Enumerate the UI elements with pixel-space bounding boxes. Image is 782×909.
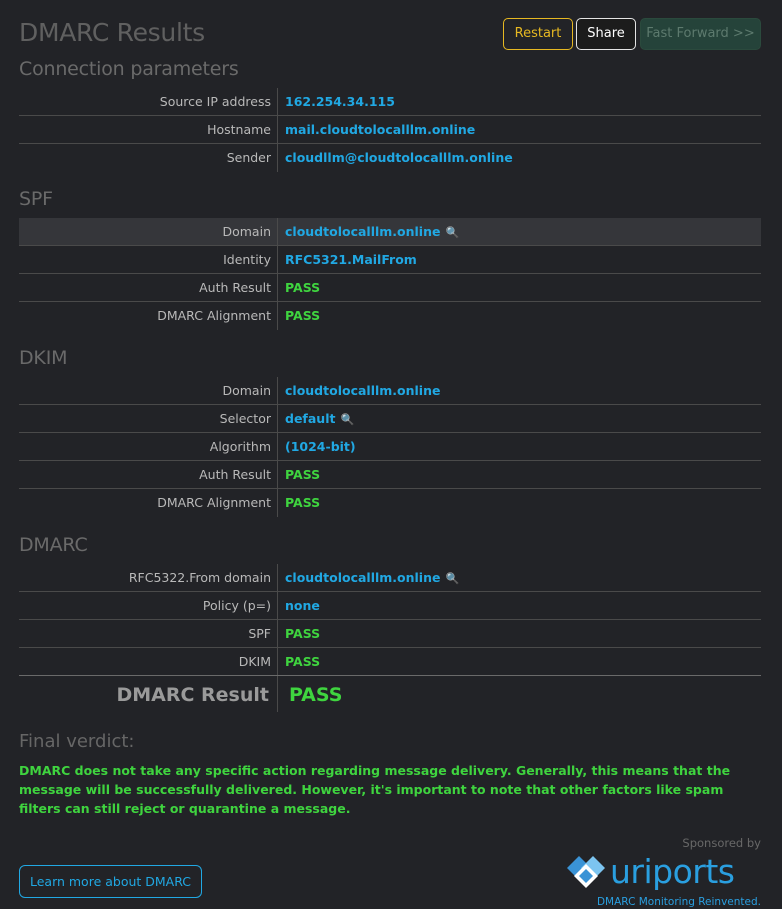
row-value: PASS	[285, 495, 321, 510]
table-row: Source IP address 162.254.34.115	[19, 88, 761, 116]
learn-more-button[interactable]: Learn more about DMARC	[19, 865, 202, 898]
dmarc-results-page: DMARC Results Restart Share Fast Forward…	[0, 0, 782, 909]
row-label: Domain	[222, 383, 271, 398]
table-row: Auth Result PASS	[19, 274, 761, 302]
dkim-selector-link[interactable]: default	[285, 411, 335, 426]
column-divider	[277, 620, 278, 647]
column-divider	[277, 218, 278, 245]
column-divider	[277, 302, 278, 330]
column-divider	[277, 144, 278, 172]
column-divider	[277, 405, 278, 432]
column-divider	[277, 377, 278, 404]
column-divider	[277, 489, 278, 517]
row-value: RFC5321.MailFrom	[285, 252, 417, 267]
spf-domain-link[interactable]: cloudtolocalllm.online	[285, 224, 440, 239]
row-label: Identity	[223, 252, 271, 267]
row-value: cloudtolocalllm.online 🔍	[285, 218, 459, 245]
table-row: Algorithm (1024-bit)	[19, 433, 761, 461]
column-divider	[277, 676, 278, 712]
table-row: Policy (p=) none	[19, 592, 761, 620]
magnifier-icon[interactable]: 🔍	[445, 572, 459, 585]
row-label: Domain	[222, 224, 271, 239]
row-label: Auth Result	[199, 280, 271, 295]
column-divider	[277, 116, 278, 143]
row-value: PASS	[285, 308, 321, 323]
sponsored-by-label: Sponsored by	[682, 836, 761, 850]
table-row: Selector default 🔍	[19, 405, 761, 433]
table-row: Hostname mail.cloudtolocalllm.online	[19, 116, 761, 144]
connection-table: Source IP address 162.254.34.115 Hostnam…	[19, 88, 761, 172]
sponsor-brand[interactable]: uriports	[610, 852, 735, 892]
row-label: RFC5322.From domain	[128, 570, 271, 585]
dkim-table: Domain cloudtolocalllm.online Selector d…	[19, 377, 761, 517]
dmarc-domain-link[interactable]: cloudtolocalllm.online	[285, 570, 440, 585]
spf-table: Domain cloudtolocalllm.online 🔍 Identity …	[19, 218, 761, 330]
magnifier-icon[interactable]: 🔍	[445, 226, 459, 239]
row-value: PASS	[285, 467, 321, 482]
column-divider	[277, 564, 278, 591]
row-label: Policy (p=)	[202, 598, 271, 613]
row-label: DMARC Alignment	[157, 308, 271, 323]
fast-forward-button[interactable]: Fast Forward >>	[640, 18, 761, 50]
restart-button[interactable]: Restart	[503, 18, 573, 50]
column-divider	[277, 274, 278, 301]
row-label: Sender	[226, 150, 271, 165]
row-label: Hostname	[207, 122, 271, 137]
row-value: 162.254.34.115	[285, 94, 395, 109]
share-button[interactable]: Share	[576, 18, 636, 50]
table-row: DMARC Alignment PASS	[19, 302, 761, 330]
dmarc-result-row: DMARC Result PASS	[19, 676, 761, 716]
column-divider	[277, 461, 278, 488]
row-label: DMARC Alignment	[157, 495, 271, 510]
row-value: PASS	[285, 626, 321, 641]
column-divider	[277, 648, 278, 675]
column-divider	[277, 88, 278, 115]
row-value: none	[285, 598, 320, 613]
dmarc-result-label: DMARC Result	[116, 684, 269, 706]
row-value: PASS	[285, 654, 321, 669]
table-row: Identity RFC5321.MailFrom	[19, 246, 761, 274]
section-title-spf: SPF	[19, 188, 53, 210]
table-row: Sender cloudllm@cloudtolocalllm.online	[19, 144, 761, 172]
section-title-dmarc: DMARC	[19, 534, 88, 556]
sponsor-tagline: DMARC Monitoring Reinvented.	[596, 896, 761, 908]
dmarc-table: RFC5322.From domain cloudtolocalllm.onli…	[19, 564, 761, 716]
column-divider	[277, 246, 278, 273]
magnifier-icon[interactable]: 🔍	[340, 413, 354, 426]
table-row: RFC5322.From domain cloudtolocalllm.onli…	[19, 564, 761, 592]
row-value: default 🔍	[285, 405, 354, 432]
row-label: Algorithm	[209, 439, 271, 454]
dmarc-result-value: PASS	[289, 684, 343, 706]
row-value: cloudllm@cloudtolocalllm.online	[285, 150, 513, 165]
table-row: DKIM PASS	[19, 648, 761, 676]
row-value: (1024-bit)	[285, 439, 356, 454]
table-row: SPF PASS	[19, 620, 761, 648]
section-title-dkim: DKIM	[19, 347, 68, 369]
table-row: Domain cloudtolocalllm.online 🔍	[19, 218, 761, 246]
column-divider	[277, 433, 278, 460]
verdict-text: DMARC does not take any specific action …	[19, 763, 731, 816]
column-divider	[277, 592, 278, 619]
row-label: Source IP address	[159, 94, 271, 109]
table-row: DMARC Alignment PASS	[19, 489, 761, 517]
row-label: Auth Result	[199, 467, 271, 482]
table-row: Auth Result PASS	[19, 461, 761, 489]
section-title-connection: Connection parameters	[19, 58, 239, 80]
table-row: Domain cloudtolocalllm.online	[19, 377, 761, 405]
row-value: cloudtolocalllm.online 🔍	[285, 564, 459, 591]
row-value: cloudtolocalllm.online	[285, 383, 441, 398]
row-label: SPF	[248, 626, 271, 641]
row-value: PASS	[285, 280, 321, 295]
row-label: Selector	[219, 411, 271, 426]
row-label: DKIM	[238, 654, 271, 669]
verdict-title: Final verdict:	[19, 731, 135, 752]
row-value: mail.cloudtolocalllm.online	[285, 122, 476, 137]
page-title: DMARC Results	[19, 18, 205, 47]
